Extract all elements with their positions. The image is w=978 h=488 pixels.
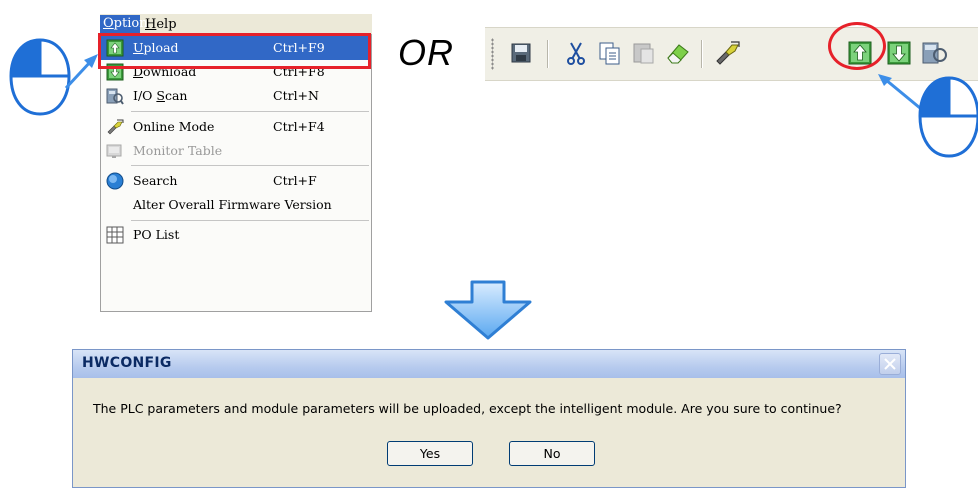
menu-item-online-mode-shortcut: Ctrl+F4 (273, 119, 325, 134)
menu-item-monitor-table: Monitor Table (101, 139, 371, 163)
toolbar-separator (701, 40, 703, 68)
left-click-mouse-icon (918, 76, 978, 158)
save-icon[interactable] (507, 39, 535, 67)
menu-option[interactable]: Option (100, 15, 148, 33)
dialog-title-bar[interactable]: HWCONFIG (73, 350, 905, 378)
io-scan-label-rest: can (164, 88, 188, 103)
menu-separator (131, 111, 369, 112)
hwconfig-dialog: HWCONFIG The PLC parameters and module p… (72, 349, 906, 488)
online-mode-icon[interactable] (714, 39, 742, 67)
menu-option-mnemonic: O (103, 16, 114, 31)
menu-item-po-list[interactable]: PO List (101, 223, 371, 247)
menu-item-online-mode[interactable]: Online Mode Ctrl+F4 (101, 115, 371, 139)
menu-help-label: elp (156, 17, 177, 32)
menu-item-monitor-table-label: Monitor Table (133, 143, 223, 158)
toolbar-separator (547, 40, 549, 68)
or-label: OR (398, 32, 454, 73)
menu-item-po-list-label: PO List (133, 227, 180, 242)
download-icon[interactable] (885, 39, 913, 67)
menu-bar: Option Help (100, 14, 372, 34)
menu-item-online-mode-label: Online Mode (133, 119, 215, 134)
menu-help[interactable]: Help (145, 17, 177, 32)
yes-button[interactable]: Yes (387, 441, 473, 466)
close-button[interactable] (879, 353, 901, 375)
menu-item-alter-firmware-label: Alter Overall Firmware Version (133, 197, 332, 212)
menu-help-mnemonic: H (145, 17, 157, 32)
cut-icon[interactable] (562, 39, 590, 67)
dialog-title: HWCONFIG (82, 355, 172, 371)
paste-icon[interactable] (630, 39, 658, 67)
po-list-icon (106, 226, 124, 244)
io-scan-icon (106, 88, 124, 105)
menu-separator (131, 220, 369, 221)
menu-option-label: ption (113, 16, 148, 31)
close-icon (884, 358, 896, 370)
down-arrow-icon (444, 280, 532, 340)
toolbar-grip[interactable] (491, 38, 494, 70)
pointer-arrow-icon (64, 54, 98, 90)
menu-item-search-shortcut: Ctrl+F (273, 173, 317, 188)
io-scan-icon[interactable] (921, 39, 949, 67)
dialog-message: The PLC parameters and module parameters… (93, 401, 842, 416)
upload-button-highlight-circle (828, 22, 886, 70)
copy-icon[interactable] (596, 39, 624, 67)
menu-item-io-scan-label: I/O Scan (133, 88, 187, 103)
menu-item-alter-firmware[interactable]: Alter Overall Firmware Version (101, 193, 371, 217)
menu-separator (131, 165, 369, 166)
menu-item-search-label: Search (133, 173, 178, 188)
monitor-table-icon (106, 144, 122, 158)
menu-item-search[interactable]: Search Ctrl+F (101, 169, 371, 193)
online-mode-icon (107, 119, 124, 135)
no-button[interactable]: No (509, 441, 595, 466)
io-scan-mnemonic: S (156, 88, 165, 103)
io-scan-label-pre: I/O (133, 88, 157, 103)
eraser-icon[interactable] (664, 39, 692, 67)
option-dropdown-menu: Upload Ctrl+F9 Download Ctrl+F8 I/O Scan… (100, 34, 372, 312)
menu-item-io-scan-shortcut: Ctrl+N (273, 88, 319, 103)
upload-highlight-box (98, 33, 371, 69)
menu-item-io-scan[interactable]: I/O Scan Ctrl+N (101, 84, 371, 108)
search-icon (106, 172, 124, 190)
